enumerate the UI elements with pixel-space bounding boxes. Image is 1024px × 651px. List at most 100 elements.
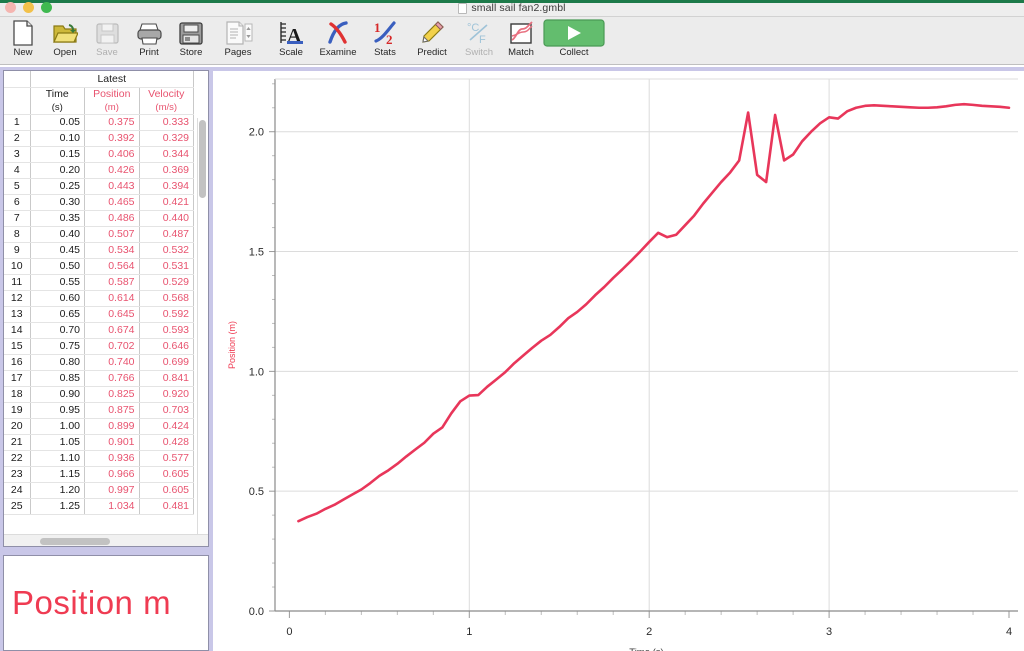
cell-time[interactable]: 0.25: [30, 178, 85, 195]
table-row[interactable]: 21 1.05 0.901 0.428: [4, 434, 194, 451]
cell-velocity[interactable]: 0.394: [139, 178, 194, 195]
cell-position[interactable]: 1.034: [84, 498, 140, 515]
table-row[interactable]: 19 0.95 0.875 0.703: [4, 402, 194, 419]
cell-velocity[interactable]: 0.421: [139, 194, 194, 211]
column-header-time[interactable]: Time (s): [30, 87, 85, 115]
cell-time[interactable]: 0.10: [30, 130, 85, 147]
cell-velocity[interactable]: 0.605: [139, 466, 194, 483]
cell-time[interactable]: 0.40: [30, 226, 85, 243]
cell-position[interactable]: 0.766: [84, 370, 140, 387]
table-row[interactable]: 2 0.10 0.392 0.329: [4, 130, 194, 147]
table-row[interactable]: 7 0.35 0.486 0.440: [4, 210, 194, 227]
cell-position[interactable]: 0.507: [84, 226, 140, 243]
cell-position[interactable]: 0.645: [84, 306, 140, 323]
table-row[interactable]: 18 0.90 0.825 0.920: [4, 386, 194, 403]
digital-meter[interactable]: Position m: [3, 555, 209, 651]
cell-time[interactable]: 0.75: [30, 338, 85, 355]
column-header-position[interactable]: Position (m): [84, 87, 140, 115]
table-horizontal-scroll-thumb[interactable]: [40, 538, 110, 545]
toolbar-button-match[interactable]: Match: [500, 17, 542, 63]
cell-position[interactable]: 0.966: [84, 466, 140, 483]
cell-position[interactable]: 0.465: [84, 194, 140, 211]
cell-velocity[interactable]: 0.329: [139, 130, 194, 147]
cell-position[interactable]: 0.486: [84, 210, 140, 227]
toolbar-button-examine[interactable]: Examine: [312, 17, 364, 63]
table-vertical-scrollbar[interactable]: [197, 118, 206, 543]
cell-velocity[interactable]: 0.532: [139, 242, 194, 259]
toolbar-button-predict[interactable]: Predict: [406, 17, 458, 63]
cell-velocity[interactable]: 0.333: [139, 114, 194, 131]
cell-velocity[interactable]: 0.699: [139, 354, 194, 371]
cell-velocity[interactable]: 0.605: [139, 482, 194, 499]
toolbar-button-scale[interactable]: A Scale: [270, 17, 312, 63]
position-vs-time-graph[interactable]: 0.0 0.5 1.0 1.5 2.0 0 1 2 3 4 Position (m) Time (s): [213, 71, 1024, 651]
cell-position[interactable]: 0.392: [84, 130, 140, 147]
cell-velocity[interactable]: 0.577: [139, 450, 194, 467]
cell-time[interactable]: 0.65: [30, 306, 85, 323]
table-row[interactable]: 16 0.80 0.740 0.699: [4, 354, 194, 371]
cell-time[interactable]: 0.35: [30, 210, 85, 227]
table-vertical-scroll-thumb[interactable]: [199, 120, 206, 198]
table-row[interactable]: 12 0.60 0.614 0.568: [4, 290, 194, 307]
table-row[interactable]: 4 0.20 0.426 0.369: [4, 162, 194, 179]
toolbar-button-collect[interactable]: Collect: [543, 17, 605, 63]
cell-position[interactable]: 0.564: [84, 258, 140, 275]
cell-velocity[interactable]: 0.568: [139, 290, 194, 307]
cell-position[interactable]: 0.875: [84, 402, 140, 419]
toolbar-button-switch[interactable]: °C F Switch: [458, 17, 500, 63]
column-header-velocity[interactable]: Velocity (m/s): [139, 87, 194, 115]
table-row[interactable]: 5 0.25 0.443 0.394: [4, 178, 194, 195]
cell-velocity[interactable]: 0.593: [139, 322, 194, 339]
table-row[interactable]: 20 1.00 0.899 0.424: [4, 418, 194, 435]
table-row[interactable]: 11 0.55 0.587 0.529: [4, 274, 194, 291]
cell-position[interactable]: 0.901: [84, 434, 140, 451]
cell-time[interactable]: 1.20: [30, 482, 85, 499]
table-row[interactable]: 22 1.10 0.936 0.577: [4, 450, 194, 467]
cell-velocity[interactable]: 0.703: [139, 402, 194, 419]
cell-time[interactable]: 0.30: [30, 194, 85, 211]
cell-velocity[interactable]: 0.344: [139, 146, 194, 163]
cell-position[interactable]: 0.825: [84, 386, 140, 403]
table-row[interactable]: 14 0.70 0.674 0.593: [4, 322, 194, 339]
cell-position[interactable]: 0.899: [84, 418, 140, 435]
toolbar-button-new[interactable]: New: [2, 17, 44, 63]
cell-time[interactable]: 1.25: [30, 498, 85, 515]
table-row[interactable]: 9 0.45 0.534 0.532: [4, 242, 194, 259]
cell-time[interactable]: 1.15: [30, 466, 85, 483]
cell-position[interactable]: 0.534: [84, 242, 140, 259]
cell-time[interactable]: 0.60: [30, 290, 85, 307]
cell-time[interactable]: 0.95: [30, 402, 85, 419]
table-row[interactable]: 23 1.15 0.966 0.605: [4, 466, 194, 483]
table-row[interactable]: 6 0.30 0.465 0.421: [4, 194, 194, 211]
table-row[interactable]: 24 1.20 0.997 0.605: [4, 482, 194, 499]
cell-position[interactable]: 0.443: [84, 178, 140, 195]
cell-velocity[interactable]: 0.531: [139, 258, 194, 275]
cell-velocity[interactable]: 0.369: [139, 162, 194, 179]
cell-position[interactable]: 0.406: [84, 146, 140, 163]
cell-velocity[interactable]: 0.424: [139, 418, 194, 435]
cell-time[interactable]: 0.15: [30, 146, 85, 163]
cell-time[interactable]: 0.85: [30, 370, 85, 387]
table-row[interactable]: 13 0.65 0.645 0.592: [4, 306, 194, 323]
toolbar-button-stats[interactable]: 1 2 Stats: [364, 17, 406, 63]
cell-time[interactable]: 0.70: [30, 322, 85, 339]
table-row[interactable]: 17 0.85 0.766 0.841: [4, 370, 194, 387]
cell-position[interactable]: 0.936: [84, 450, 140, 467]
cell-time[interactable]: 0.20: [30, 162, 85, 179]
toolbar-button-open[interactable]: Open: [44, 17, 86, 63]
cell-time[interactable]: 0.50: [30, 258, 85, 275]
cell-time[interactable]: 0.80: [30, 354, 85, 371]
cell-time[interactable]: 0.05: [30, 114, 85, 131]
cell-velocity[interactable]: 0.487: [139, 226, 194, 243]
cell-position[interactable]: 0.702: [84, 338, 140, 355]
table-horizontal-scrollbar[interactable]: [4, 534, 208, 546]
cell-time[interactable]: 0.55: [30, 274, 85, 291]
toolbar-button-print[interactable]: Print: [128, 17, 170, 63]
cell-position[interactable]: 0.426: [84, 162, 140, 179]
cell-velocity[interactable]: 0.529: [139, 274, 194, 291]
table-row[interactable]: 1 0.05 0.375 0.333: [4, 114, 194, 131]
cell-velocity[interactable]: 0.481: [139, 498, 194, 515]
cell-velocity[interactable]: 0.646: [139, 338, 194, 355]
graph-pane[interactable]: 0.0 0.5 1.0 1.5 2.0 0 1 2 3 4 Position (m) Time (s): [213, 67, 1024, 651]
toolbar-button-pages[interactable]: Pages: [212, 17, 264, 63]
